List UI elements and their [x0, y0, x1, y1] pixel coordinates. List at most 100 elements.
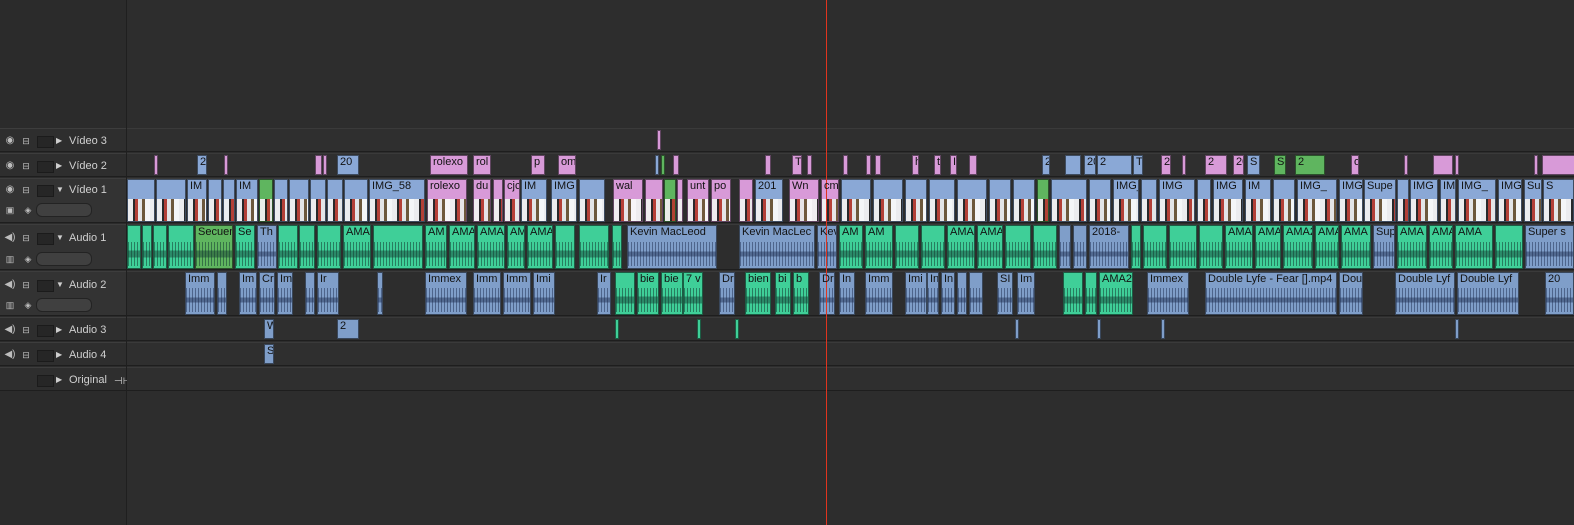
v1-clip[interactable]: wal	[613, 179, 643, 222]
a1-clip[interactable]	[921, 225, 945, 269]
a2-clip[interactable]: SI	[997, 272, 1013, 315]
a2-clip[interactable]: Dr	[819, 272, 835, 315]
track-target-toggle[interactable]	[37, 185, 54, 197]
v2-clip[interactable]: h	[912, 155, 919, 175]
v2-clip[interactable]	[1455, 155, 1459, 175]
sync-lock-icon[interactable]: ⊟	[20, 136, 32, 146]
v1-clip[interactable]	[739, 179, 753, 222]
a2-clip[interactable]: 20	[1545, 272, 1574, 315]
v2-clip[interactable]	[1542, 155, 1574, 175]
track-target-toggle[interactable]	[37, 325, 54, 337]
collapse-triangle-icon[interactable]: ▼	[56, 279, 66, 291]
a1-clip[interactable]: AMA	[1225, 225, 1253, 269]
v1-clip[interactable]: IMG_	[1113, 179, 1139, 222]
a1-clip[interactable]: Se	[235, 225, 255, 269]
v1-clip[interactable]: IM	[521, 179, 547, 222]
v1-clip[interactable]: IMG	[1410, 179, 1438, 222]
v1-clip[interactable]	[156, 179, 186, 222]
a1-clip[interactable]	[1199, 225, 1223, 269]
v2-clip[interactable]	[224, 155, 228, 175]
v2-clip[interactable]: T	[792, 155, 802, 175]
speaker-icon[interactable]: ◀)	[4, 350, 16, 360]
a2-clip[interactable]: Im	[1017, 272, 1035, 315]
speaker-icon[interactable]: ◀)	[4, 280, 16, 290]
v1-clip[interactable]	[208, 179, 222, 222]
a2-clip[interactable]: Double Lyf	[1457, 272, 1519, 315]
v1-clip[interactable]	[1037, 179, 1049, 222]
v1-clip[interactable]	[841, 179, 871, 222]
a1-clip[interactable]	[1143, 225, 1167, 269]
track-target-toggle[interactable]	[37, 161, 54, 173]
v1-clip[interactable]	[327, 179, 343, 222]
v1-clip[interactable]	[664, 179, 676, 222]
a1-clip[interactable]: Kevin MacLeod	[627, 225, 717, 269]
v2-clip[interactable]	[661, 155, 665, 175]
a2-clip[interactable]: b	[793, 272, 809, 315]
v1-clip[interactable]: IM	[1245, 179, 1271, 222]
waveform-display-icon[interactable]: ▥	[4, 300, 16, 310]
a1-clip[interactable]: AMA	[1255, 225, 1281, 269]
a1-clip[interactable]: Kevin MacLec	[739, 225, 815, 269]
a1-clip[interactable]: AMA	[1341, 225, 1371, 269]
a2-clip[interactable]: Immex	[425, 272, 467, 315]
lane-audio-4[interactable]	[127, 342, 1574, 366]
a1-clip[interactable]	[278, 225, 298, 269]
v1-clip[interactable]: unt	[687, 179, 709, 222]
v2-clip[interactable]	[843, 155, 848, 175]
v1-clip[interactable]	[1397, 179, 1409, 222]
a1-clip[interactable]: Super s	[1525, 225, 1574, 269]
v1-clip[interactable]	[929, 179, 955, 222]
v1-clip[interactable]	[259, 179, 273, 222]
a3-clip[interactable]	[735, 319, 739, 339]
a2-clip[interactable]: Immex	[1147, 272, 1189, 315]
a1-clip[interactable]: AM	[865, 225, 893, 269]
a2-clip[interactable]: Dou	[1339, 272, 1363, 315]
a3-clip[interactable]	[1455, 319, 1459, 339]
v1-clip[interactable]	[645, 179, 663, 222]
v2-clip[interactable]: 2	[1295, 155, 1325, 175]
v2-clip[interactable]: om	[558, 155, 576, 175]
track-target-toggle[interactable]	[37, 233, 54, 245]
v1-clip[interactable]	[127, 179, 155, 222]
a3-clip[interactable]	[1097, 319, 1101, 339]
v1-clip[interactable]: IMG_58	[369, 179, 425, 222]
a1-clip[interactable]: AMA2	[1283, 225, 1313, 269]
a2-clip[interactable]: Imm	[865, 272, 893, 315]
a1-clip[interactable]	[1169, 225, 1197, 269]
a2-clip[interactable]	[1085, 272, 1097, 315]
playhead[interactable]	[826, 0, 827, 525]
a1-clip[interactable]	[299, 225, 315, 269]
lane-video-3[interactable]	[127, 128, 1574, 152]
v1-clip[interactable]: IMG_	[1297, 179, 1337, 222]
a1-clip[interactable]	[1073, 225, 1087, 269]
v1-clip[interactable]: Wn	[789, 179, 819, 222]
v2-clip[interactable]: I	[950, 155, 957, 175]
v1-clip[interactable]	[677, 179, 683, 222]
v1-clip[interactable]: IMG	[1213, 179, 1243, 222]
sync-lock-icon[interactable]: ⊟	[20, 185, 32, 195]
a1-clip[interactable]	[153, 225, 167, 269]
a1-clip[interactable]: Secuen	[195, 225, 233, 269]
v2-clip[interactable]	[969, 155, 977, 175]
v1-clip[interactable]	[493, 179, 503, 222]
v1-clip[interactable]	[1051, 179, 1087, 222]
a1-clip[interactable]	[895, 225, 919, 269]
v1-clip[interactable]	[1089, 179, 1111, 222]
v1-clip[interactable]: S	[1543, 179, 1574, 222]
a1-clip[interactable]: AM	[425, 225, 447, 269]
v2-clip[interactable]	[1182, 155, 1186, 175]
v1-clip[interactable]	[344, 179, 368, 222]
v2-clip[interactable]	[315, 155, 322, 175]
v3-clip[interactable]	[657, 130, 661, 150]
a1-clip[interactable]	[373, 225, 423, 269]
v2-clip[interactable]: p	[531, 155, 545, 175]
a2-clip[interactable]: Imm	[185, 272, 215, 315]
v1-clip[interactable]	[310, 179, 326, 222]
v1-clip[interactable]: IMG	[551, 179, 577, 222]
a2-clip[interactable]: Im	[239, 272, 257, 315]
a1-clip[interactable]: Th	[257, 225, 277, 269]
a1-clip[interactable]: AMA	[977, 225, 1003, 269]
expand-triangle-icon[interactable]: ▶	[56, 135, 66, 147]
v2-clip[interactable]: 2	[197, 155, 207, 175]
keyframe-navigator[interactable]	[36, 252, 92, 266]
